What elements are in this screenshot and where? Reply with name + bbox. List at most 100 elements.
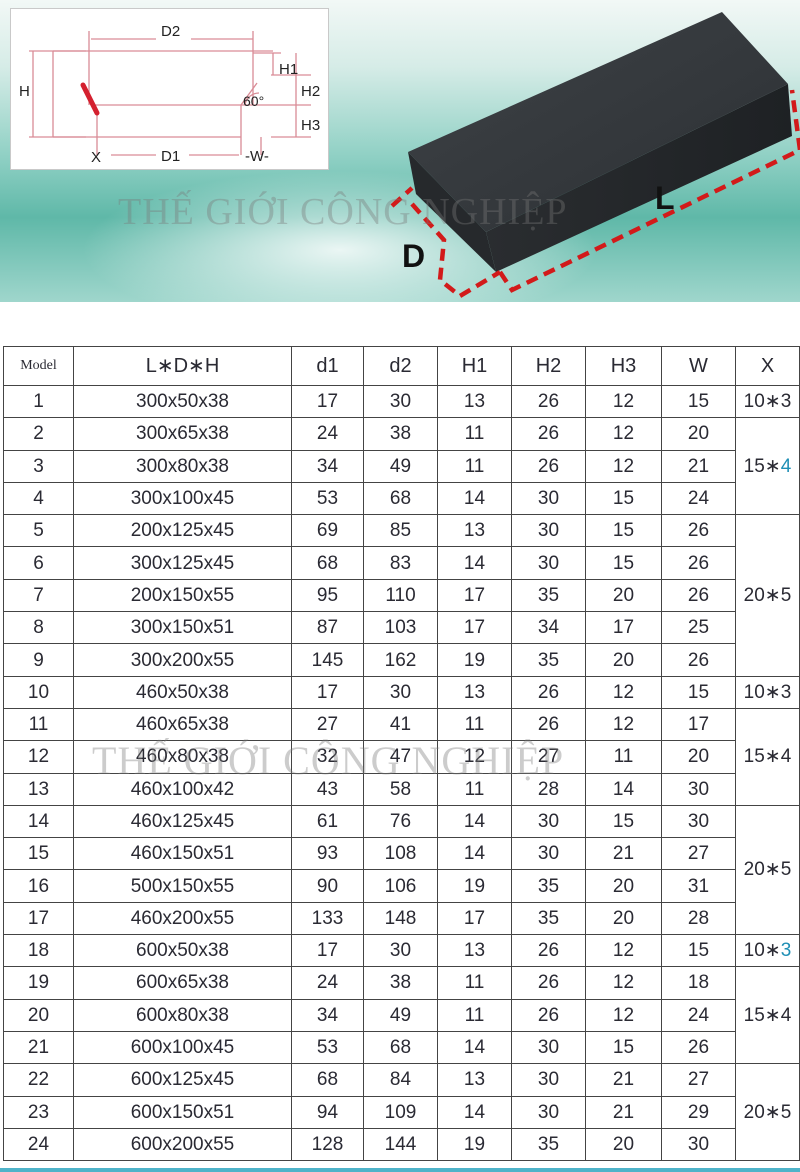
steel-block-illustration (390, 12, 800, 299)
header-4: H1 (437, 346, 512, 386)
bottom-accent-line (0, 1168, 800, 1172)
cell-ldh: 600x100x45 (73, 1030, 292, 1065)
cell-h2: 30 (511, 1095, 586, 1129)
table-row: 2 300x65x38 24 38 11 26 12 20 15∗4 (3, 417, 800, 516)
cell-model: 9 (3, 643, 74, 677)
cell-ldh: 460x200x55 (73, 901, 292, 936)
cell-d2: 108 (363, 837, 438, 871)
cell-h3: 11 (585, 740, 662, 774)
table-row: 6 300x125x45 68 83 14 30 15 26 (3, 546, 800, 580)
cell-ldh: 600x125x45 (73, 1063, 292, 1097)
cell-h3: 15 (585, 481, 662, 516)
cell-h3: 20 (585, 1127, 662, 1162)
cell-h3: 15 (585, 546, 662, 580)
cell-model: 18 (3, 934, 74, 968)
cell-h3: 12 (585, 417, 662, 451)
header-6: H3 (585, 346, 662, 386)
cell-d1: 90 (291, 869, 364, 903)
cell-h2: 30 (511, 481, 586, 516)
cell-d2: 41 (363, 707, 438, 742)
cell-model: 20 (3, 998, 74, 1032)
cell-w: 27 (661, 837, 736, 871)
cell-h1: 13 (437, 384, 512, 419)
cell-h3: 12 (585, 707, 662, 742)
cell-h3: 12 (585, 998, 662, 1032)
cell-ldh: 460x65x38 (73, 707, 292, 742)
cell-h1: 11 (437, 998, 512, 1032)
cell-model: 4 (3, 481, 74, 516)
hero-banner: D2 H1 H H2 60° H3 X D1 -W- L D THẾ GIỚI … (0, 0, 800, 302)
cell-w: 31 (661, 869, 736, 903)
cell-w: 20 (661, 740, 736, 774)
cell-h1: 14 (437, 546, 512, 580)
table-row: 4 300x100x45 53 68 14 30 15 24 (3, 481, 800, 516)
cell-d1: 27 (291, 707, 364, 742)
cell-h1: 14 (437, 481, 512, 516)
cell-h1: 13 (437, 1063, 512, 1097)
cell-model: 10 (3, 675, 74, 709)
cell-model: 14 (3, 804, 74, 839)
cell-d2: 76 (363, 804, 438, 839)
cell-d2: 148 (363, 901, 438, 936)
cell-d1: 133 (291, 901, 364, 936)
cell-h3: 12 (585, 384, 662, 419)
cell-model: 17 (3, 901, 74, 936)
table-row: 5 200x125x45 69 85 13 30 15 26 20∗5 (3, 514, 800, 677)
table-row: 9 300x200x55 145 162 19 35 20 26 (3, 643, 800, 677)
table-row: 8 300x150x51 87 103 17 34 17 25 (3, 611, 800, 645)
cell-h2: 30 (511, 546, 586, 580)
cell-h1: 11 (437, 966, 512, 1000)
cell-h2: 26 (511, 449, 586, 483)
cell-ldh: 300x100x45 (73, 481, 292, 516)
cell-w: 24 (661, 998, 736, 1032)
x-value-right: 4 (780, 455, 792, 477)
cell-ldh: 300x200x55 (73, 643, 292, 677)
cell-h3: 14 (585, 772, 662, 806)
cell-d2: 49 (363, 449, 438, 483)
cell-d1: 34 (291, 998, 364, 1032)
x-value-right: 3 (780, 681, 792, 703)
x-value-right: 5 (780, 584, 792, 606)
cell-h3: 12 (585, 934, 662, 968)
cell-h3: 12 (585, 966, 662, 1000)
cell-ldh: 200x150x55 (73, 578, 292, 613)
cell-h1: 13 (437, 934, 512, 968)
cell-d1: 87 (291, 611, 364, 645)
watermark-middle: THẾ GIỚI CÔNG NGHIỆP (92, 738, 565, 783)
cell-d2: 106 (363, 869, 438, 903)
x-value-left: 15∗ (743, 746, 781, 768)
cell-h1: 17 (437, 578, 512, 613)
x-value-left: 20∗ (743, 584, 781, 606)
cell-w: 26 (661, 643, 736, 677)
header-1: L∗D∗H (73, 346, 292, 386)
cell-h1: 11 (437, 417, 512, 451)
cell-d2: 85 (363, 514, 438, 548)
x-value-right: 5 (780, 1101, 792, 1123)
cell-h3: 20 (585, 869, 662, 903)
x-value-left: 10∗ (743, 940, 781, 962)
cell-ldh: 300x50x38 (73, 384, 292, 419)
cell-w: 27 (661, 1063, 736, 1097)
cell-ldh: 300x80x38 (73, 449, 292, 483)
cell-h1: 14 (437, 1030, 512, 1065)
cell-ldh: 600x200x55 (73, 1127, 292, 1162)
x-value-right: 5 (780, 859, 792, 881)
x-value-left: 15∗ (743, 455, 781, 477)
cell-h1: 13 (437, 514, 512, 548)
table-row: 16 500x150x55 90 106 19 35 20 31 (3, 869, 800, 903)
cell-d1: 53 (291, 1030, 364, 1065)
spacer (0, 302, 800, 346)
cell-x-group: 15∗4 (735, 966, 800, 1065)
cell-w: 26 (661, 546, 736, 580)
table-row: 3 300x80x38 34 49 11 26 12 21 (3, 449, 800, 483)
cell-h1: 14 (437, 837, 512, 871)
table-row: 23 600x150x51 94 109 14 30 21 29 (3, 1095, 800, 1129)
cell-h1: 14 (437, 1095, 512, 1129)
cell-model: 15 (3, 837, 74, 871)
cell-d2: 84 (363, 1063, 438, 1097)
cell-d1: 68 (291, 546, 364, 580)
cell-h1: 13 (437, 675, 512, 709)
table-row: 7 200x150x55 95 110 17 35 20 26 (3, 578, 800, 613)
cell-ldh: 460x150x51 (73, 837, 292, 871)
cell-d1: 128 (291, 1127, 364, 1162)
